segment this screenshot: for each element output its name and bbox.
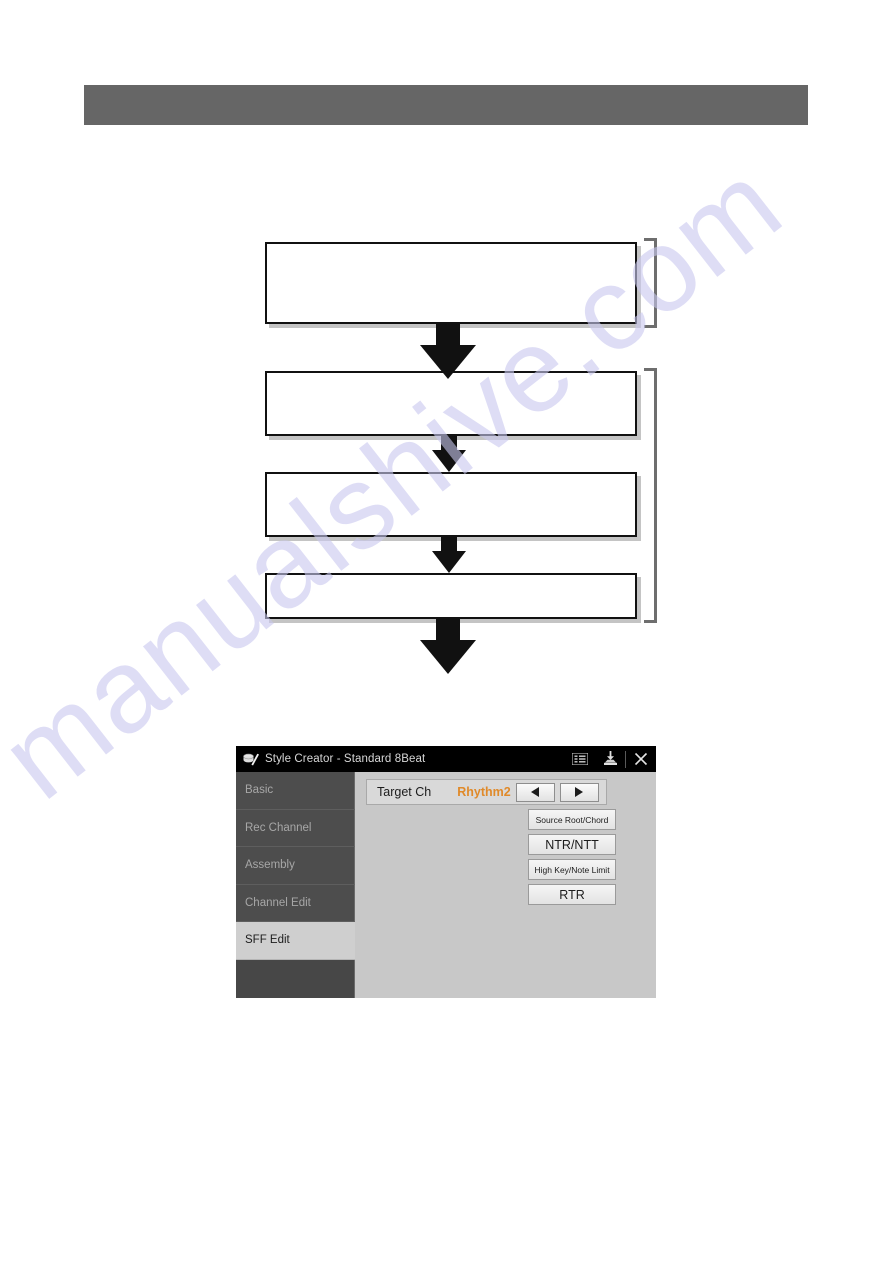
target-channel-next-button[interactable]: [559, 782, 599, 802]
source-root-chord-button[interactable]: Source Root/Chord: [528, 809, 616, 830]
flow-arrow-1-head: [420, 345, 476, 379]
dialog-body: Basic Rec Channel Assembly Channel Edit …: [236, 772, 656, 998]
sidebar-item-assembly[interactable]: Assembly: [236, 847, 355, 885]
list-menu-icon[interactable]: [565, 746, 595, 772]
sidebar-item-label: SFF Edit: [245, 934, 290, 947]
dialog-titlebar: Style Creator - Standard 8Beat: [236, 746, 656, 772]
dialog-content: Target Ch Rhythm2 Source Root/Chord NTR/…: [355, 772, 656, 998]
flow-box-1: [265, 242, 637, 324]
flow-box-4: [265, 573, 637, 619]
target-channel-value: Rhythm2: [457, 785, 511, 799]
sidebar-item-sff-edit[interactable]: SFF Edit: [236, 922, 355, 960]
rtr-button[interactable]: RTR: [528, 884, 616, 905]
sidebar-item-label: Assembly: [245, 859, 295, 872]
flow-bracket-2: [644, 368, 657, 623]
sidebar-item-basic[interactable]: Basic: [236, 772, 355, 810]
dialog-title: Style Creator - Standard 8Beat: [265, 753, 426, 765]
flow-box-2: [265, 371, 637, 436]
triangle-left-icon: [531, 787, 540, 797]
ntr-ntt-button[interactable]: NTR/NTT: [528, 834, 616, 855]
triangle-right-icon: [575, 787, 584, 797]
high-key-note-limit-button[interactable]: High Key/Note Limit: [528, 859, 616, 880]
sidebar-item-rec-channel[interactable]: Rec Channel: [236, 809, 355, 847]
sidebar-item-empty[interactable]: [236, 959, 355, 998]
style-creator-dialog: Style Creator - Standard 8Beat Basic Rec…: [236, 746, 656, 998]
target-channel-row: Target Ch Rhythm2: [366, 779, 607, 805]
sidebar-item-label: Basic: [245, 784, 274, 797]
sidebar-item-label: Channel Edit: [245, 896, 311, 909]
sff-function-buttons: Source Root/Chord NTR/NTT High Key/Note …: [528, 809, 616, 905]
save-icon[interactable]: [595, 746, 625, 772]
flow-bracket-1: [644, 238, 657, 328]
dialog-sidebar: Basic Rec Channel Assembly Channel Edit …: [236, 772, 355, 998]
flowchart: [0, 0, 893, 1263]
target-channel-label: Target Ch: [377, 785, 432, 799]
sidebar-item-label: Rec Channel: [245, 821, 312, 834]
close-icon[interactable]: [626, 746, 656, 772]
flow-arrow-3-head: [432, 551, 466, 573]
flow-arrow-2-head: [432, 450, 466, 472]
flow-arrow-4-head: [420, 640, 476, 674]
sidebar-item-channel-edit[interactable]: Channel Edit: [236, 884, 355, 922]
drum-pencil-icon: [242, 751, 260, 767]
flow-box-3: [265, 472, 637, 537]
target-channel-prev-button[interactable]: [515, 782, 555, 802]
